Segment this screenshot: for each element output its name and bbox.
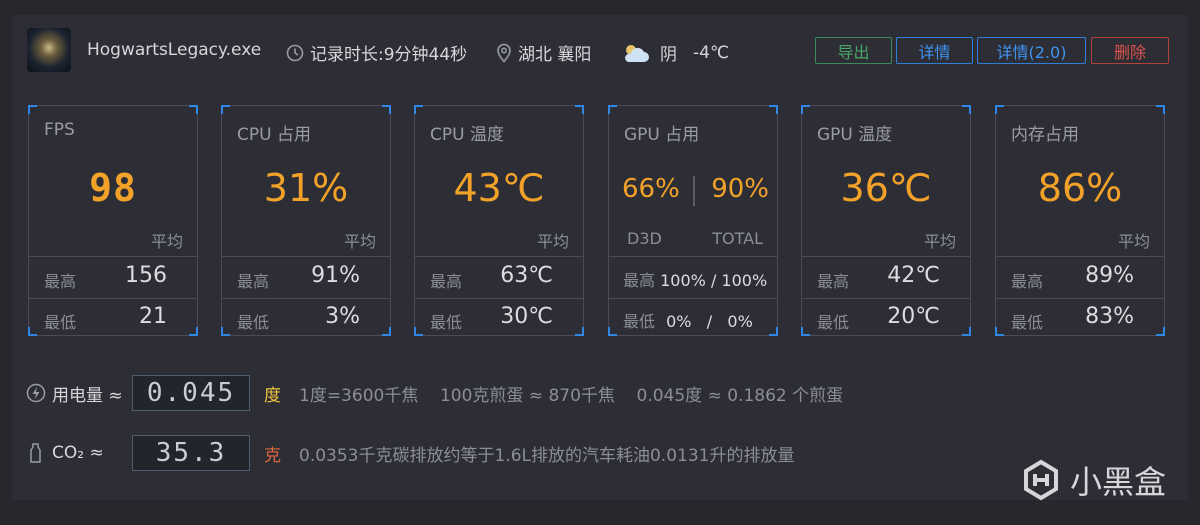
card-title: GPU 占用 (624, 125, 700, 145)
max-label: 最高 (623, 271, 656, 290)
max-value: 91% (311, 263, 360, 288)
app-icon (27, 28, 71, 72)
min-value: 83% (1085, 304, 1134, 329)
fps-average-value: 98 (89, 166, 137, 210)
card-title: CPU 占用 (237, 125, 311, 145)
watermark-text: 小黑盒 (1069, 463, 1166, 501)
power-label: 用电量 ≈ (52, 385, 123, 406)
header: HogwartsLegacy.exe 记录时长:9分钟44秒 湖北 襄阳 阴 -… (12, 15, 1188, 87)
card-title: CPU 温度 (430, 125, 504, 145)
location-pin-icon (497, 43, 511, 63)
export-button[interactable]: 导出 (815, 37, 892, 64)
gpu-temp-average-value: 36℃ (840, 166, 932, 210)
min-label: 最低 (237, 313, 270, 332)
cpu-usage-card: CPU 占用 31% 平均 最高 91% 最低 3% (221, 105, 391, 336)
gpu-temp-card: GPU 温度 36℃ 平均 最高 42℃ 最低 20℃ (801, 105, 971, 336)
average-label: 平均 (150, 232, 183, 251)
total-label: TOTAL (712, 229, 763, 248)
min-value: 20℃ (887, 304, 940, 329)
cpu-usage-average-value: 31% (263, 166, 349, 210)
card-title: 内存占用 (1011, 125, 1079, 145)
delete-button[interactable]: 删除 (1091, 37, 1169, 64)
max-value: 156 (125, 263, 167, 288)
max-label: 最高 (1011, 272, 1044, 291)
cpu-temp-card: CPU 温度 43℃ 平均 最高 63℃ 最低 30℃ (414, 105, 584, 336)
app-name: HogwartsLegacy.exe (87, 40, 262, 60)
xiaoheihe-logo-icon (1023, 459, 1058, 501)
weather-text: 阴 (660, 45, 677, 65)
watermark: 小黑盒 (1020, 457, 1166, 503)
min-value: 0% / 0% (666, 312, 753, 331)
separator (693, 176, 695, 206)
co2-note: 0.0353千克碳排放约等于1.6L排放的汽车耗油0.0131升的排放量 (299, 445, 795, 466)
gpu-total-value: 90% (711, 174, 769, 204)
min-value: 21 (139, 304, 167, 329)
gpu-max-row: 最高 100% / 100% (623, 267, 767, 291)
max-label: 最高 (817, 272, 850, 291)
clock-icon (286, 44, 304, 61)
min-label: 最低 (1011, 313, 1044, 332)
card-title: GPU 温度 (817, 125, 893, 145)
card-title: FPS (44, 120, 75, 140)
detail-button[interactable]: 详情 (896, 37, 973, 64)
min-label: 最低 (44, 313, 77, 332)
max-value: 42℃ (887, 263, 940, 288)
cloudy-icon (625, 44, 649, 62)
min-value: 30℃ (500, 304, 553, 329)
weather: 阴 -4℃ (620, 40, 729, 65)
record-duration-text: 记录时长:9分钟44秒 (310, 45, 468, 65)
power-note: 1度=3600千焦 100克煎蛋 ≈ 870千焦 0.045度 ≈ 0.1862… (299, 385, 844, 406)
co2-value-display: 35.3 (132, 435, 250, 471)
location-text: 湖北 襄阳 (518, 45, 592, 65)
max-value: 89% (1085, 263, 1134, 288)
average-label: 平均 (343, 232, 376, 251)
record-duration: 记录时长:9分钟44秒 (286, 40, 467, 65)
gpu-d3d-value: 66% (622, 174, 680, 204)
d3d-label: D3D (627, 229, 662, 248)
lightning-icon (26, 383, 46, 403)
max-label: 最高 (430, 272, 463, 291)
power-unit: 度 (264, 385, 281, 406)
power-value-display: 0.045 (132, 375, 250, 411)
memory-card: 内存占用 86% 平均 最高 89% 最低 83% (995, 105, 1165, 336)
average-label: 平均 (536, 232, 569, 251)
gpu-usage-card: GPU 占用 66% 90% D3D TOTAL 最高 100% / 100% … (608, 105, 778, 336)
min-value: 3% (325, 304, 360, 329)
max-label: 最高 (44, 272, 77, 291)
memory-average-value: 86% (1037, 166, 1123, 210)
max-label: 最高 (237, 272, 270, 291)
stats-panel: HogwartsLegacy.exe 记录时长:9分钟44秒 湖北 襄阳 阴 -… (12, 15, 1188, 500)
min-label: 最低 (430, 313, 463, 332)
co2-unit: 克 (264, 445, 281, 466)
temperature-text: -4℃ (693, 42, 730, 63)
average-label: 平均 (1117, 232, 1150, 251)
max-value: 63℃ (500, 263, 553, 288)
min-label: 最低 (817, 313, 850, 332)
min-label: 最低 (623, 312, 656, 331)
detail-v2-button[interactable]: 详情(2.0) (977, 37, 1086, 64)
max-value: 100% / 100% (660, 271, 768, 290)
gpu-min-row: 最低 0% / 0% (623, 308, 753, 332)
cpu-temp-average-value: 43℃ (453, 166, 545, 210)
power-row: 用电量 ≈ 0.045 度 1度=3600千焦 100克煎蛋 ≈ 870千焦 0… (26, 375, 843, 411)
co2-row: CO₂ ≈ 35.3 克 0.0353千克碳排放约等于1.6L排放的汽车耗油0.… (26, 435, 794, 471)
fps-card: FPS 98 平均 最高 156 最低 21 (28, 105, 198, 336)
co2-bottle-icon (30, 443, 41, 463)
co2-label: CO₂ ≈ (52, 443, 104, 463)
location: 湖北 襄阳 (496, 40, 591, 65)
average-label: 平均 (923, 232, 956, 251)
